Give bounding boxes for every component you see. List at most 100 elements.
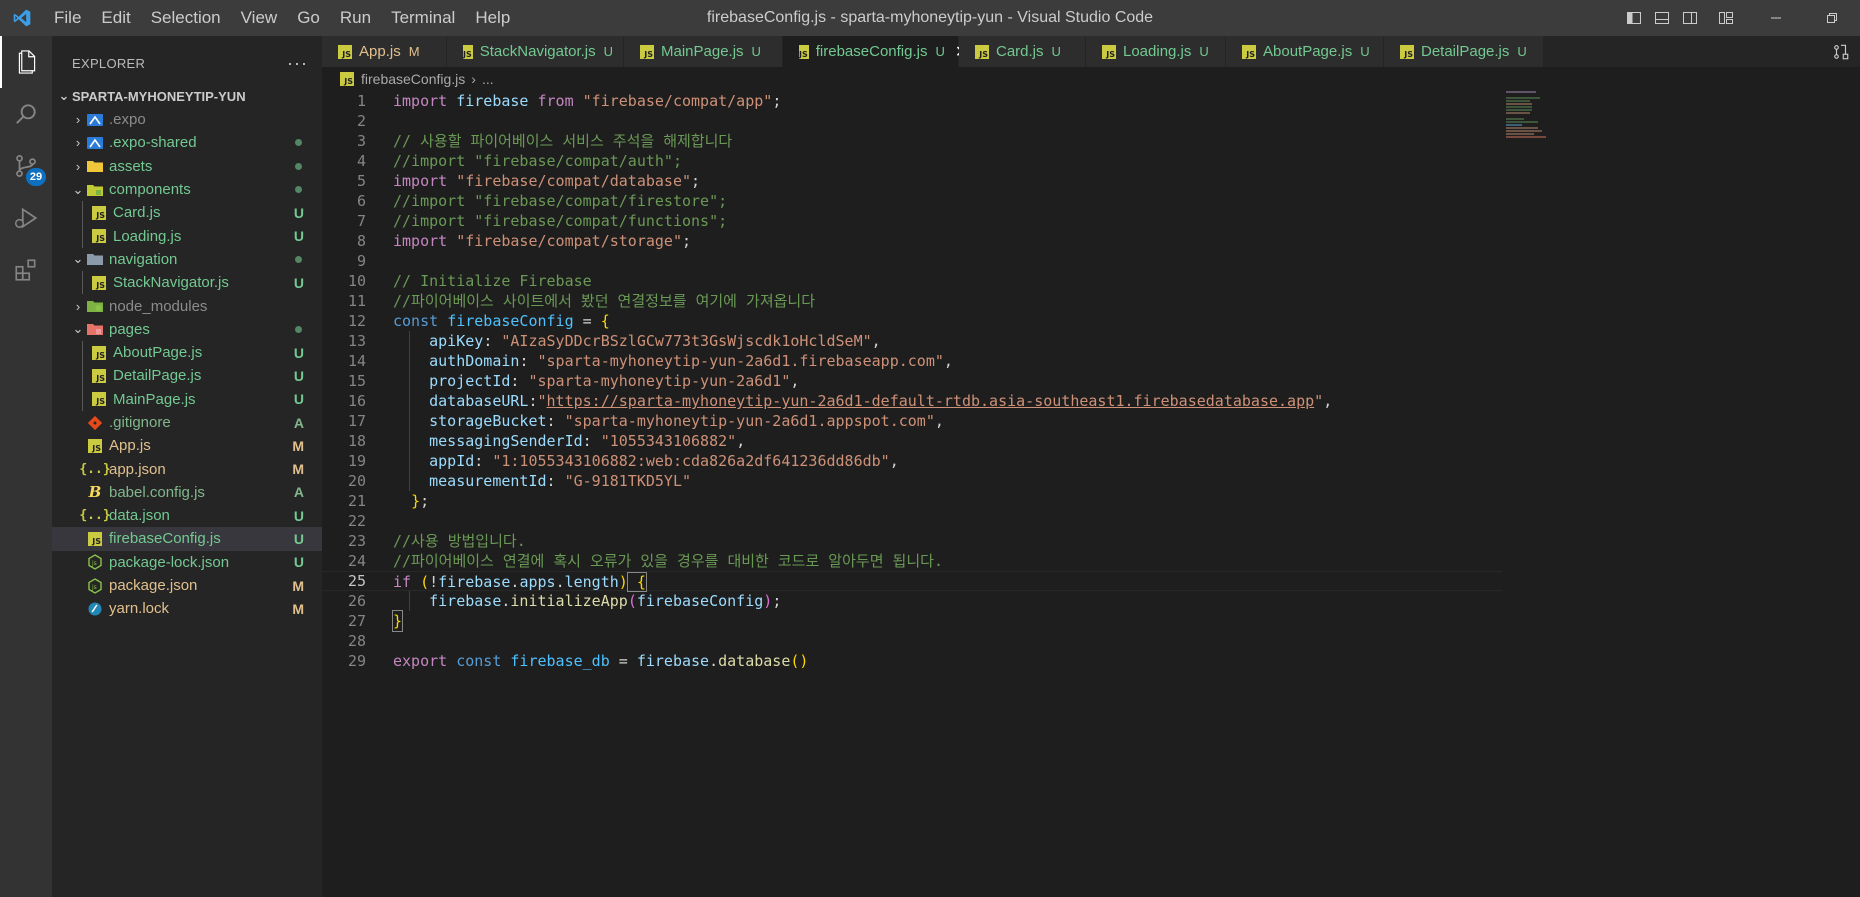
explorer-item-label: Card.js — [113, 204, 161, 222]
expo-icon — [86, 135, 104, 151]
explorer-folder-item[interactable]: ⌄ pages — [52, 318, 322, 341]
breadcrumb-file[interactable]: firebaseConfig.js — [361, 71, 465, 87]
tab-label: firebaseConfig.js — [815, 43, 928, 60]
code-line-26: firebase.initializeApp(firebaseConfig); — [429, 592, 782, 610]
explorer-file-item[interactable]: JS firebaseConfig.js U — [52, 527, 322, 551]
menu-run[interactable]: Run — [330, 0, 381, 36]
extensions-icon[interactable] — [0, 244, 52, 296]
line-number: 16 — [347, 392, 366, 410]
toggle-secondary-sidebar-icon[interactable] — [1676, 0, 1704, 36]
workspace-folder[interactable]: ⌄ SPARTA-MYHONEYTIP-YUN — [52, 84, 322, 108]
js-file-icon: JS — [90, 228, 108, 244]
minimap[interactable] — [1506, 91, 1546, 151]
editor-tab[interactable]: JS DetailPage.js U — [1384, 36, 1544, 67]
js-file-icon: JS — [463, 44, 473, 59]
explorer-file-item[interactable]: {..} app.json M — [52, 457, 322, 480]
chevron-down-icon: ⌄ — [58, 88, 70, 103]
line-number: 20 — [347, 472, 366, 490]
js-file-icon: JS — [90, 345, 108, 361]
compare-changes-icon[interactable] — [1822, 36, 1860, 67]
tab-label: StackNavigator.js — [479, 43, 596, 60]
editor-tab[interactable]: JS App.js M — [322, 36, 447, 67]
restore-icon[interactable] — [1804, 0, 1860, 36]
explorer-file-item[interactable]: yarn.lock M — [52, 597, 322, 620]
customize-layout-icon[interactable] — [1704, 0, 1748, 36]
explorer-file-item[interactable]: JS AboutPage.js U — [52, 340, 322, 365]
code-line-29: export const firebase_db = firebase.data… — [393, 652, 809, 670]
explorer-file-item[interactable]: {..} data.json U — [52, 504, 322, 527]
code-editor[interactable]: 1 import firebase from "firebase/compat/… — [322, 91, 1860, 897]
breadcrumb-separator: › — [471, 71, 476, 87]
breadcrumb-symbol[interactable]: ... — [482, 71, 494, 87]
menu-go[interactable]: Go — [287, 0, 330, 36]
editor-tab[interactable]: JS AboutPage.js U — [1226, 36, 1384, 67]
explorer-item-label: package-lock.json — [109, 553, 230, 571]
editor-tab[interactable]: JS MainPage.js U — [624, 36, 783, 67]
line-number: 5 — [356, 172, 366, 190]
menu-view[interactable]: View — [231, 0, 288, 36]
editor-tab[interactable]: JS Card.js U — [959, 36, 1086, 67]
explorer-file-item[interactable]: Bbabel.config.js A — [52, 481, 322, 504]
explorer-item-label: app.json — [109, 460, 166, 478]
line-number: 9 — [356, 252, 366, 270]
explorer-folder-item[interactable]: ⌄ components — [52, 178, 322, 201]
chevron-right-icon: › — [75, 135, 81, 151]
explorer-item-label: AboutPage.js — [113, 344, 203, 362]
explorer-item-label: .gitignore — [109, 414, 171, 431]
git-status-dot — [295, 186, 302, 194]
editor-tab[interactable]: JS StackNavigator.js U — [447, 36, 624, 67]
explorer-file-item[interactable]: js package.json M — [52, 574, 322, 597]
chevron-down-icon: ⌄ — [72, 251, 84, 267]
editor-tab[interactable]: JS Loading.js U — [1086, 36, 1226, 67]
search-icon[interactable] — [0, 88, 52, 140]
vscode-logo-icon[interactable] — [0, 0, 44, 36]
code-line-3: // 사용할 파이어베이스 서비스 주석을 해제합니다 — [393, 132, 733, 150]
code-line-10: // Initialize Firebase — [393, 272, 592, 290]
babel-icon: B — [88, 483, 102, 502]
line-number-current: 25 — [347, 572, 366, 590]
explorer-file-item[interactable]: JS DetailPage.js U — [52, 364, 322, 388]
svg-text:js: js — [91, 584, 97, 591]
url-link[interactable]: https://sparta-myhoneytip-yun-2a6d1-defa… — [547, 392, 1315, 410]
tab-git-status: M — [408, 44, 420, 59]
explorer-folder-item[interactable]: › .expo — [52, 108, 322, 131]
source-control-icon[interactable]: 29 — [0, 140, 52, 192]
code-line-6: //import "firebase/compat/firestore"; — [393, 192, 728, 210]
explorer-file-item[interactable]: JS MainPage.js U — [52, 387, 322, 411]
explorer-file-item[interactable]: JS StackNavigator.js U — [52, 271, 322, 295]
explorer-item-label: components — [109, 181, 191, 199]
explorer-folder-item[interactable]: › node_modules — [52, 294, 322, 317]
toggle-panel-icon[interactable] — [1648, 0, 1676, 36]
line-number: 24 — [347, 552, 366, 570]
explorer-file-item[interactable]: JS Loading.js U — [52, 224, 322, 248]
explorer-folder-item[interactable]: ⌄ navigation — [52, 248, 322, 271]
line-number: 21 — [347, 492, 366, 510]
breadcrumb: JS firebaseConfig.js › ... — [322, 67, 1860, 91]
minimize-icon[interactable] — [1748, 0, 1804, 36]
explorer-item-label: App.js — [109, 437, 151, 455]
git-status-badge: U — [293, 507, 304, 524]
explorer-file-item[interactable]: JS Card.js U — [52, 201, 322, 225]
menu-terminal[interactable]: Terminal — [381, 0, 465, 36]
explorer-icon[interactable] — [0, 36, 52, 88]
menu-help[interactable]: Help — [465, 0, 520, 36]
explorer-folder-item[interactable]: › assets — [52, 155, 322, 178]
activity-bar: 29 — [0, 36, 52, 897]
line-number: 19 — [347, 452, 366, 470]
menu-selection[interactable]: Selection — [141, 0, 231, 36]
run-debug-icon[interactable] — [0, 192, 52, 244]
toggle-primary-sidebar-icon[interactable] — [1620, 0, 1648, 36]
menu-file[interactable]: File — [44, 0, 91, 36]
tab-git-status: U — [1199, 44, 1209, 59]
code-line-21: }; — [411, 492, 430, 510]
more-actions-icon[interactable]: ··· — [287, 53, 308, 74]
js-file-icon: JS — [90, 275, 108, 291]
explorer-file-item[interactable]: .gitignore A — [52, 411, 322, 434]
explorer-folder-item[interactable]: › .expo-shared — [52, 131, 322, 154]
explorer-file-item[interactable]: JS App.js M — [52, 434, 322, 457]
menu-bar: File Edit Selection View Go Run Terminal… — [44, 0, 520, 36]
menu-edit[interactable]: Edit — [91, 0, 140, 36]
explorer-file-item[interactable]: js package-lock.json U — [52, 551, 322, 574]
editor-tab[interactable]: JSfirebaseConfig.jsU✕ — [783, 36, 968, 67]
line-number: 10 — [347, 272, 366, 290]
